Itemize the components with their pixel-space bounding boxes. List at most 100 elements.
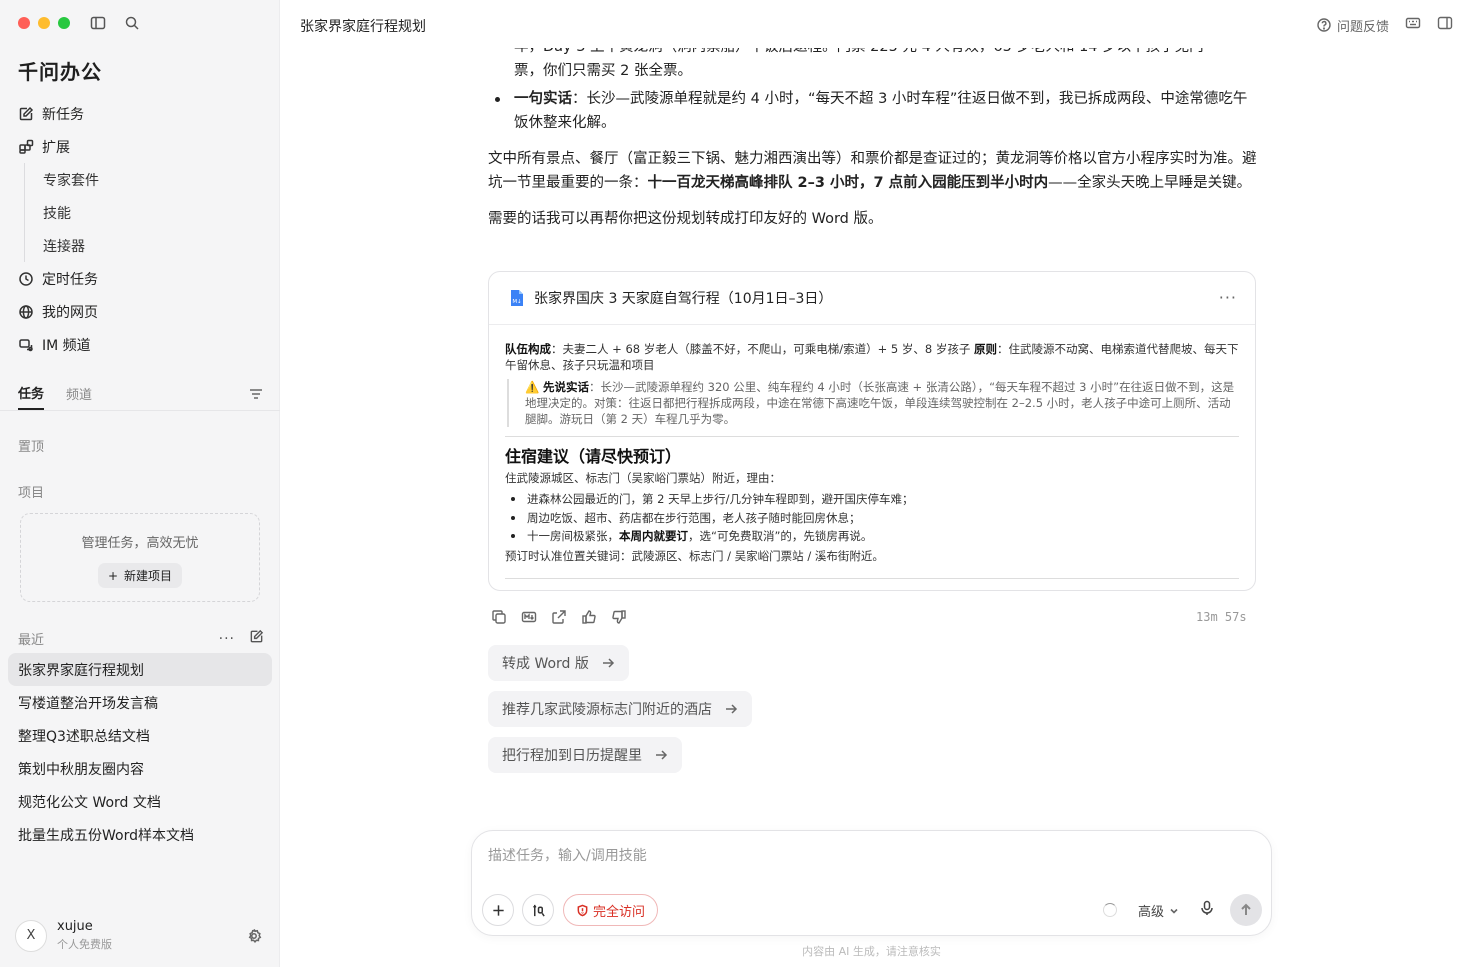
message-bold: 十一百龙天梯高峰排队 2–3 小时，7 点前入园能压到半小时内	[647, 175, 1049, 191]
sidebar-item-extensions[interactable]: 扩展	[8, 130, 272, 163]
plus-icon: +	[107, 568, 119, 583]
arrow-right-icon	[602, 658, 614, 668]
sidebar-item-scheduled-tasks[interactable]: 定时任务	[8, 262, 272, 295]
thumbs-up-icon[interactable]	[581, 609, 597, 629]
arrow-right-icon	[656, 750, 668, 760]
prompt-input[interactable]	[488, 845, 1248, 873]
markdown-icon-text: M↓	[512, 298, 521, 305]
message-bold: 一句实话	[514, 91, 572, 107]
message-paragraph: 需要的话我可以再帮你把这份规划转成打印友好的 Word 版。	[488, 211, 883, 227]
top-bar: 张家界家庭行程规划 问题反馈	[281, 0, 1469, 48]
projects-empty-box: 管理任务，高效无忧 + 新建项目	[20, 513, 260, 602]
chevron-down-icon	[1170, 908, 1178, 914]
document-card-header: M↓ 张家界国庆 3 天家庭自驾行程（10月1日–3日） ···	[489, 272, 1255, 325]
help-icon	[1317, 18, 1331, 32]
document-card[interactable]: M↓ 张家界国庆 3 天家庭自驾行程（10月1日–3日） ··· 队伍构成：夫妻…	[488, 271, 1256, 591]
sidebar-item-connectors[interactable]: 连接器	[24, 229, 272, 262]
projects-empty-text: 管理任务，高效无忧	[81, 536, 199, 551]
chat-icon	[19, 338, 33, 351]
list-item: 周边吃饭、超市、药店都在步行范围，老人孩子随时能回房休息；	[505, 509, 1239, 528]
sidebar-item-label: 新任务	[42, 106, 84, 123]
microphone-icon[interactable]	[1199, 900, 1215, 920]
sidebar-item-expert-kit[interactable]: 专家套件	[24, 163, 272, 196]
more-options-icon[interactable]: ···	[219, 631, 235, 647]
doc-bold: 本周内就要订	[619, 529, 688, 543]
tab-channels[interactable]: 频道	[66, 384, 92, 409]
list-item: 进森林公园最近的门，第 2 天早上步行/几分钟车程即到，避开国庆停车难；	[505, 490, 1239, 509]
compose-icon[interactable]	[249, 629, 264, 648]
copy-icon[interactable]	[491, 609, 507, 629]
markdown-file-icon: M↓	[511, 290, 523, 306]
user-profile[interactable]: X xujue 个人免费版	[15, 919, 112, 952]
suggestion-label: 把行程加到日历提醒里	[502, 748, 642, 764]
divider	[505, 436, 1239, 437]
doc-text: ：夫妻二人 + 68 岁老人（膝盖不好，不爬山，可乘电梯/索道）+ 5 岁、8 …	[551, 342, 974, 356]
full-access-button[interactable]: 完全访问	[563, 894, 659, 926]
sidebar-item-new-task[interactable]: 新任务	[8, 97, 272, 130]
feedback-button[interactable]: 问题反馈	[1316, 16, 1389, 35]
keyboard-icon[interactable]	[1405, 15, 1421, 35]
suggestion-chip[interactable]: 转成 Word 版	[488, 645, 629, 681]
send-button[interactable]	[1230, 894, 1262, 926]
doc-text: ：长沙—武陵源单程约 320 公里、纯车程约 4 小时（长张高速 + 张清公路）…	[525, 380, 1235, 426]
thumbs-down-icon[interactable]	[611, 609, 627, 629]
window-controls	[18, 17, 70, 29]
recent-item[interactable]: 整理Q3述职总结文档	[8, 719, 272, 752]
mode-label: 高级	[1138, 905, 1165, 920]
reason-list: 进森林公园最近的门，第 2 天早上步行/几分钟车程即到，避开国庆停车难； 周边吃…	[505, 490, 1239, 546]
more-options-icon[interactable]: ···	[1219, 288, 1237, 307]
maximize-window-button[interactable]	[58, 17, 70, 29]
recent-item[interactable]: 张家界家庭行程规划	[8, 653, 272, 686]
suggestion-chip[interactable]: 把行程加到日历提醒里	[488, 737, 682, 773]
pinned-label: 置顶	[18, 440, 45, 455]
mode-selector[interactable]: 高级	[1138, 901, 1179, 920]
suggestion-chip[interactable]: 推荐几家武陵源标志门附近的酒店	[488, 691, 752, 727]
section-intro: 住武陵源城区、标志门（吴家峪门票站）附近，理由：	[505, 471, 781, 485]
sidebar-item-skills[interactable]: 技能	[24, 196, 272, 229]
sidebar-item-im-channel[interactable]: IM 频道	[8, 328, 272, 361]
suggestion-label: 推荐几家武陵源标志门附近的酒店	[502, 702, 712, 718]
globe-icon	[19, 304, 33, 319]
tools-icon	[532, 904, 545, 917]
recent-item[interactable]: 写楼道整治开场发言稿	[8, 686, 272, 719]
recent-item[interactable]: 策划中秋朋友圈内容	[8, 752, 272, 785]
sidebar-item-label: 扩展	[42, 139, 70, 156]
keywords-line: 预订时认准位置关键词：武陵源区、标志门 / 吴家峪门票站 / 溪布街附近。	[505, 548, 884, 563]
recent-item[interactable]: 规范化公文 Word 文档	[8, 785, 272, 818]
avatar: X	[15, 919, 47, 952]
divider	[505, 578, 1239, 579]
doc-bold: 先说实话	[542, 380, 589, 394]
arrow-up-icon	[1241, 903, 1251, 915]
add-attachment-button[interactable]	[482, 894, 514, 926]
recent-label: 最近	[18, 633, 45, 648]
minimize-window-button[interactable]	[38, 17, 50, 29]
recent-item[interactable]: 批量生成五份Word样本文档	[8, 818, 272, 851]
doc-text: ，选“可免费取消”的，先锁房再说。	[688, 529, 873, 543]
sidebar-toggle-icon[interactable]	[90, 15, 106, 35]
section-heading: 住宿建议（请尽快预订）	[505, 447, 682, 466]
share-icon[interactable]	[551, 609, 567, 629]
doc-bold: 队伍构成	[505, 342, 551, 356]
user-plan: 个人免费版	[57, 938, 112, 951]
list-item: 十一房间极紧张，本周内就要订，选“可免费取消”的，先锁房再说。	[505, 527, 1239, 546]
elapsed-time: 13m 57s	[1196, 610, 1247, 624]
sidebar: 千问办公 新任务 扩展 专家套件 技能 连接器 定时任务 我的网页 IM 频道 …	[0, 0, 280, 967]
full-access-label: 完全访问	[593, 904, 646, 920]
sidebar-item-my-webpages[interactable]: 我的网页	[8, 295, 272, 328]
tab-tasks[interactable]: 任务	[18, 383, 45, 410]
message-text: 票，你们只需买 2 张全票。	[514, 63, 692, 79]
extension-icon	[19, 139, 34, 154]
close-window-button[interactable]	[18, 17, 30, 29]
arrow-right-icon	[726, 704, 738, 714]
panel-toggle-icon[interactable]	[1437, 15, 1453, 35]
markdown-icon[interactable]	[521, 609, 537, 629]
message-text: ——全家头天晚上早睡是关键。	[1048, 175, 1252, 191]
shield-icon	[577, 904, 588, 916]
search-icon[interactable]	[124, 15, 140, 35]
filter-icon[interactable]	[248, 386, 264, 406]
tools-button[interactable]	[522, 894, 554, 926]
new-project-label: 新建项目	[124, 569, 173, 583]
projects-label: 项目	[18, 486, 45, 501]
gear-icon[interactable]	[246, 928, 262, 948]
new-project-button[interactable]: + 新建项目	[97, 563, 183, 588]
